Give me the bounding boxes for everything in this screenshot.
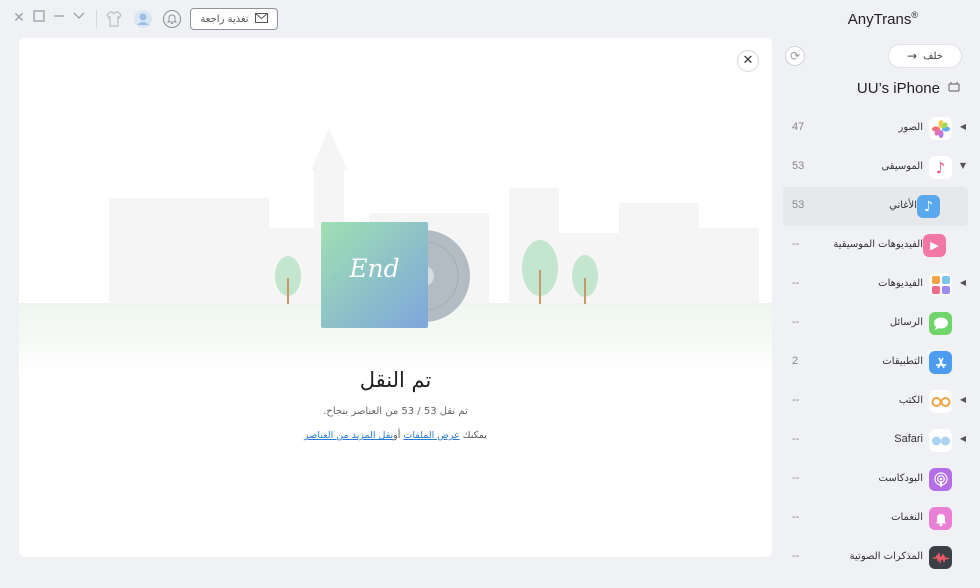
item-count: 53	[792, 199, 805, 211]
transfer-more-link[interactable]: نقل المزيد من العناصر	[304, 430, 393, 441]
completion-illustration	[19, 128, 772, 378]
close-icon[interactable]: ✕	[737, 50, 759, 72]
item-count: --	[792, 277, 800, 289]
caret-icon[interactable]: ▼	[960, 161, 966, 170]
chevron-down-icon[interactable]	[71, 10, 87, 26]
sidebar-item-podcasts[interactable]: -- البودكاست	[780, 460, 980, 499]
app-store-icon	[929, 351, 952, 374]
title-bar: ✕ تغذية راجعة AnyTrans®	[0, 0, 980, 38]
caret-icon[interactable]: ◀	[960, 278, 966, 287]
sidebar-item-voice-memos[interactable]: -- المذكرات الصوتية	[780, 538, 980, 577]
transfer-complete-title: تم النقل	[359, 368, 432, 392]
caret-icon[interactable]: ◀	[960, 395, 966, 404]
item-label: الكتب	[898, 395, 923, 406]
item-label: النغمات	[891, 512, 923, 523]
item-label: Safari	[894, 433, 923, 445]
close-window-icon[interactable]: ✕	[11, 10, 27, 26]
feedback-label: تغذية راجعة	[200, 13, 249, 25]
photos-icon	[929, 117, 952, 140]
maximize-icon[interactable]	[31, 10, 47, 26]
album-cover-text: End	[349, 254, 400, 283]
item-count: --	[792, 394, 800, 406]
item-label: الصور	[898, 122, 924, 133]
item-count: --	[792, 511, 800, 523]
item-count: --	[792, 550, 800, 562]
transfer-summary: تم نقل 53 / 53 من العناصر بنجاح.	[323, 406, 468, 417]
item-count: 2	[792, 355, 799, 367]
sidebar-item-messages[interactable]: -- الرسائل	[780, 304, 980, 343]
refresh-icon[interactable]: ⟳	[785, 46, 805, 66]
main-panel: ✕ End تم النقل تم نقل 53 / 53 من العناصر…	[19, 38, 772, 557]
item-count: --	[792, 238, 800, 250]
ringtones-icon	[929, 507, 952, 530]
caret-icon[interactable]: ◀	[960, 434, 966, 443]
bell-icon[interactable]	[162, 9, 182, 29]
sidebar-item-photos[interactable]: 47 الصور ◀	[780, 109, 980, 148]
device-selector-icon	[948, 81, 960, 96]
sidebar-item-music[interactable]: 53 الموسيقى ♪ ▼	[780, 148, 980, 187]
app-brand: AnyTrans®	[848, 10, 918, 28]
item-label: الأغاني	[889, 200, 917, 211]
item-count: 53	[792, 160, 805, 172]
safari-icon	[929, 429, 952, 452]
feedback-button[interactable]: تغذية راجعة	[190, 8, 278, 30]
item-count: --	[792, 472, 800, 484]
item-count: --	[792, 316, 800, 328]
item-count: --	[792, 433, 800, 445]
item-label: الفيديوهات الموسيقية	[833, 239, 923, 250]
item-count: 47	[792, 121, 805, 133]
songs-icon: ♪	[917, 195, 940, 218]
toolbar-divider	[96, 10, 97, 28]
sidebar-item-videos[interactable]: -- الفيديوهات ◀	[780, 265, 980, 304]
brand-name: AnyTrans	[847, 11, 912, 28]
sidebar-item-songs[interactable]: 53 الأغاني ♪	[783, 187, 968, 226]
item-label: الفيديوهات	[878, 278, 923, 289]
sidebar-item-books[interactable]: -- الكتب ◀	[780, 382, 980, 421]
back-label: خلف	[923, 50, 943, 62]
arrow-right-icon: →	[907, 49, 918, 63]
next-actions: يمكنك عرض الملفات أونقل المزيد من العناص…	[19, 430, 772, 441]
back-button[interactable]: خلف →	[888, 44, 962, 68]
links-or: أو	[393, 430, 401, 441]
item-label: المذكرات الصوتية	[849, 551, 923, 562]
caret-icon[interactable]: ◀	[960, 122, 966, 131]
sidebar-item-ringtones[interactable]: -- النغمات	[780, 499, 980, 538]
music-icon: ♪	[929, 156, 952, 179]
brand-mark: ®	[911, 10, 918, 20]
books-icon	[929, 390, 952, 413]
mail-icon	[254, 12, 268, 26]
category-list: 47 الصور ◀ 53 الموسيقى ♪ ▼ 53 الأغاني ♪ …	[780, 109, 980, 577]
videos-icon	[929, 273, 952, 296]
item-label: التطبيقات	[882, 356, 923, 367]
messages-icon	[929, 312, 952, 335]
podcasts-icon	[929, 468, 952, 491]
voice-memos-icon	[929, 546, 952, 569]
tshirt-icon[interactable]	[104, 9, 124, 29]
links-prefix: يمكنك	[462, 430, 487, 441]
item-label: البودكاست	[878, 473, 923, 484]
device-header[interactable]: UU’s iPhone	[857, 80, 960, 97]
item-label: الرسائل	[889, 317, 923, 328]
view-files-link[interactable]: عرض الملفات	[403, 430, 459, 441]
avatar-icon[interactable]	[133, 9, 153, 29]
minimize-icon[interactable]	[51, 10, 67, 26]
sidebar: ⟳ خلف → UU’s iPhone 47 الصور ◀ 53 الموسي…	[780, 38, 980, 588]
device-name: UU’s iPhone	[856, 80, 940, 97]
item-label: الموسيقى	[881, 161, 923, 172]
sidebar-item-music-videos[interactable]: -- الفيديوهات الموسيقية ▶	[780, 226, 980, 265]
music-video-icon: ▶	[923, 234, 946, 257]
sidebar-item-safari[interactable]: -- Safari ◀	[780, 421, 980, 460]
sidebar-item-apps[interactable]: 2 التطبيقات	[780, 343, 980, 382]
